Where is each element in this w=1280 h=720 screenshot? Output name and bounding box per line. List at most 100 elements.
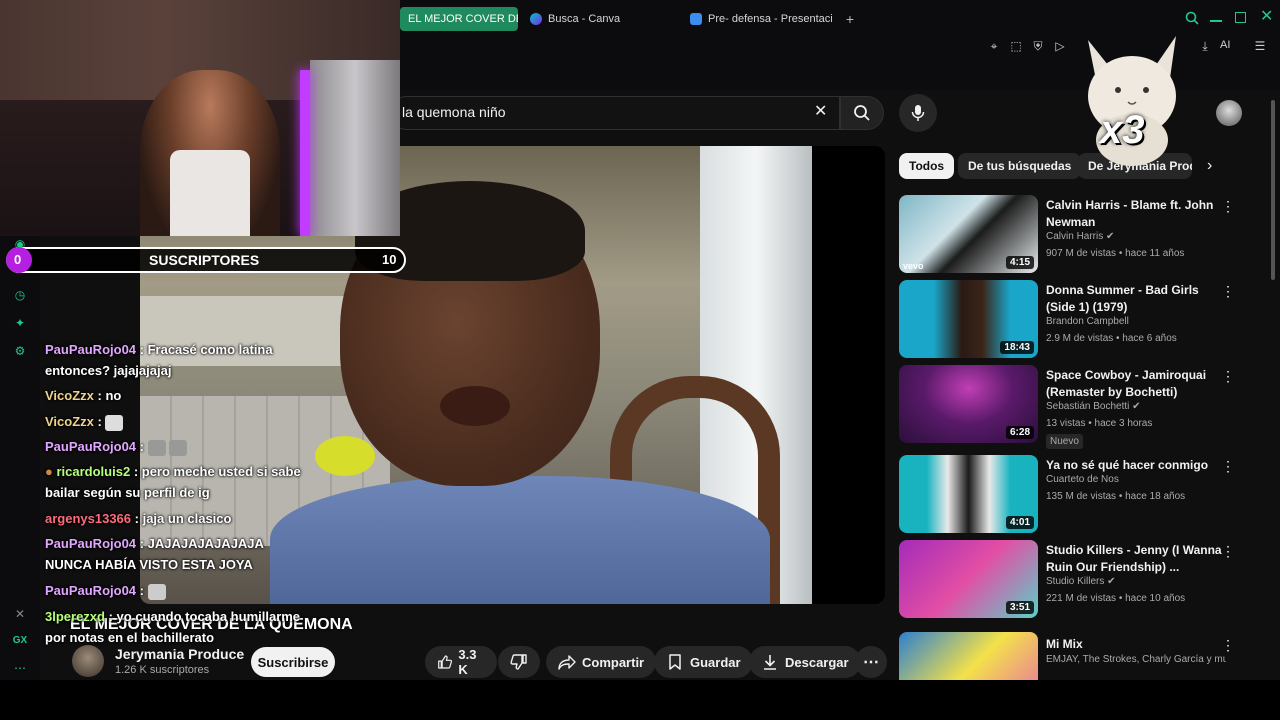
emote-icon bbox=[169, 439, 188, 456]
recommendation-meta: 135 M de vistas • hace 18 años bbox=[1046, 491, 1186, 502]
chip-all[interactable]: Todos bbox=[899, 153, 955, 179]
tab-active[interactable]: EL MEJOR COVER DE bbox=[400, 7, 518, 31]
more-vert-icon[interactable]: ⋮ bbox=[1221, 636, 1235, 654]
chat-message: ● ricardoluis2 : pero meche usted si sab… bbox=[45, 464, 301, 479]
recommendation-meta: 13 vistas • hace 3 horas bbox=[1046, 418, 1153, 429]
chip-from-searches[interactable]: De tus búsquedas bbox=[958, 153, 1082, 179]
recommendation-title: Studio Killers - Jenny (I Wanna Ruin Our… bbox=[1046, 543, 1222, 574]
video-thumbnail[interactable]: 6:28 bbox=[899, 365, 1038, 443]
page-scrollbar[interactable] bbox=[1271, 100, 1275, 280]
tab-canva[interactable]: Busca - Canva bbox=[522, 7, 672, 31]
recommendation-channel: Studio Killers ✔ bbox=[1046, 576, 1116, 587]
new-badge: Nuevo bbox=[1046, 434, 1083, 449]
more-icon[interactable]: ⋯ bbox=[12, 660, 28, 676]
recommendation-channel: Calvin Harris ✔ bbox=[1046, 231, 1115, 242]
maximize-icon[interactable] bbox=[1235, 12, 1246, 23]
recommendation-title: Space Cowboy - Jamiroquai (Remaster by B… bbox=[1046, 368, 1207, 399]
chevron-right-icon[interactable]: › bbox=[1207, 158, 1221, 174]
menu-icon[interactable]: ☰ bbox=[1252, 38, 1268, 54]
search-button[interactable] bbox=[840, 96, 884, 130]
emote-icon bbox=[105, 414, 124, 431]
recommendation-item[interactable]: 6:28 Space Cowboy - Jamiroquai (Remaster… bbox=[899, 365, 1249, 449]
more-vert-icon[interactable]: ⋮ bbox=[1221, 457, 1235, 475]
channel-name[interactable]: Jerymania Produce bbox=[115, 646, 244, 662]
bookmark-icon bbox=[669, 654, 681, 670]
chat-message-cont: NUNCA HABÍA VISTO ESTA JOYA bbox=[45, 557, 253, 572]
goal-target: 10 bbox=[382, 252, 397, 267]
history-icon[interactable]: ◷ bbox=[12, 287, 28, 303]
ai-button[interactable]: AI bbox=[1220, 39, 1230, 51]
video-thumbnail[interactable]: 3:51 bbox=[899, 540, 1038, 618]
chat-message: PauPauRojo04 : bbox=[45, 436, 188, 457]
recommendation-channel: EMJAY, The Strokes, Charly García y muc.… bbox=[1046, 654, 1226, 665]
account-avatar[interactable] bbox=[1216, 100, 1242, 126]
recommendation-channel: Brandon Campbell bbox=[1046, 316, 1129, 327]
thumbs-up-icon bbox=[438, 655, 453, 669]
snapshot-icon[interactable]: ⬚ bbox=[1008, 38, 1024, 54]
settings-icon[interactable]: ⚙ bbox=[12, 343, 28, 359]
tab-presentation[interactable]: Pre- defensa - Presentació bbox=[682, 7, 832, 31]
search-query: la quemona niño bbox=[402, 104, 506, 120]
plus-icon[interactable]: + bbox=[843, 12, 857, 26]
duration-badge: 4:01 bbox=[1005, 516, 1034, 529]
channel-avatar[interactable] bbox=[72, 645, 104, 677]
play-icon[interactable]: ▷ bbox=[1052, 38, 1068, 54]
more-vert-icon[interactable]: ⋮ bbox=[1221, 197, 1235, 215]
chat-message: PauPauRojo04 : Fracasé como latina bbox=[45, 342, 273, 357]
chat-message: PauPauRojo04 : bbox=[45, 580, 166, 601]
pin-icon[interactable]: ⌖ bbox=[986, 38, 1002, 54]
video-thumbnail[interactable] bbox=[899, 632, 1038, 680]
thumbs-down-icon bbox=[510, 654, 527, 670]
share-icon bbox=[558, 655, 576, 670]
chat-message: 3lperezxd : yo cuando tocaba humillarme bbox=[45, 609, 301, 624]
more-vert-icon[interactable]: ⋮ bbox=[1221, 367, 1235, 385]
clear-search-icon[interactable]: ✕ bbox=[814, 104, 830, 120]
voice-search-button[interactable] bbox=[899, 94, 937, 132]
recommendation-item[interactable]: Mi Mix EMJAY, The Strokes, Charly García… bbox=[899, 632, 1249, 680]
hotkeys-icon[interactable]: ✕ bbox=[12, 606, 28, 622]
video-thumbnail[interactable]: vevo 4:15 bbox=[899, 195, 1038, 273]
ai-label: AI bbox=[1220, 39, 1231, 51]
more-vert-icon[interactable]: ⋮ bbox=[1221, 282, 1235, 300]
more-vert-icon[interactable]: ⋮ bbox=[1221, 542, 1235, 560]
dislike-button[interactable] bbox=[498, 646, 540, 678]
chat-message-cont: bailar según su perfil de ig bbox=[45, 485, 210, 500]
vevo-label: vevo bbox=[903, 261, 924, 271]
like-button[interactable]: 3.3 K bbox=[425, 646, 497, 678]
sticker-text: x3 bbox=[1100, 108, 1145, 152]
duration-badge: 3:51 bbox=[1005, 601, 1034, 614]
close-icon[interactable]: ✕ bbox=[1260, 9, 1274, 25]
recommendation-item[interactable]: 4:01 Ya no sé qué hacer conmigo Cuarteto… bbox=[899, 455, 1249, 535]
search-tabs-icon[interactable] bbox=[1185, 11, 1199, 25]
video-thumbnail[interactable]: 4:01 bbox=[899, 455, 1038, 533]
canva-icon bbox=[530, 13, 542, 25]
download-icon bbox=[764, 655, 776, 670]
recommendation-title: Mi Mix bbox=[1046, 637, 1083, 651]
slides-icon bbox=[690, 13, 702, 25]
like-count: 3.3 K bbox=[458, 647, 477, 677]
video-thumbnail[interactable]: 18:43 bbox=[899, 280, 1038, 358]
recommendation-item[interactable]: 18:43 Donna Summer - Bad Girls (Side 1) … bbox=[899, 280, 1249, 360]
shield-icon[interactable]: ⛨ bbox=[1030, 38, 1046, 54]
extensions-icon[interactable]: ✦ bbox=[12, 315, 28, 331]
download-button[interactable]: Descargar bbox=[749, 646, 861, 678]
webcam-overlay bbox=[0, 0, 400, 236]
recommendation-meta: 221 M de vistas • hace 10 años bbox=[1046, 593, 1186, 604]
recommendation-title: Calvin Harris - Blame ft. John Newman bbox=[1046, 198, 1214, 229]
save-button[interactable]: Guardar bbox=[654, 646, 753, 678]
minimize-icon[interactable] bbox=[1210, 20, 1222, 22]
more-actions-button[interactable]: ⋯ bbox=[855, 646, 887, 678]
gx-logo-icon[interactable]: GX bbox=[12, 633, 28, 649]
chat-message: VicoZzx : bbox=[45, 411, 124, 432]
tab-label: Busca - Canva bbox=[548, 13, 621, 25]
save-label: Guardar bbox=[690, 654, 741, 670]
cat-emote-icon bbox=[147, 583, 166, 600]
download-icon[interactable]: ⤓ bbox=[1197, 38, 1213, 54]
recommendation-title: Ya no sé qué hacer conmigo bbox=[1046, 458, 1209, 472]
recommendation-title: Donna Summer - Bad Girls (Side 1) (1979) bbox=[1046, 283, 1199, 314]
share-button[interactable]: Compartir bbox=[546, 646, 657, 678]
recommendation-item[interactable]: vevo 4:15 Calvin Harris - Blame ft. John… bbox=[899, 195, 1249, 275]
recommendation-channel: Sebastián Bochetti ✔ bbox=[1046, 401, 1141, 412]
subscribe-button[interactable]: Suscribirse bbox=[251, 647, 335, 677]
recommendation-item[interactable]: 3:51 Studio Killers - Jenny (I Wanna Rui… bbox=[899, 540, 1249, 620]
